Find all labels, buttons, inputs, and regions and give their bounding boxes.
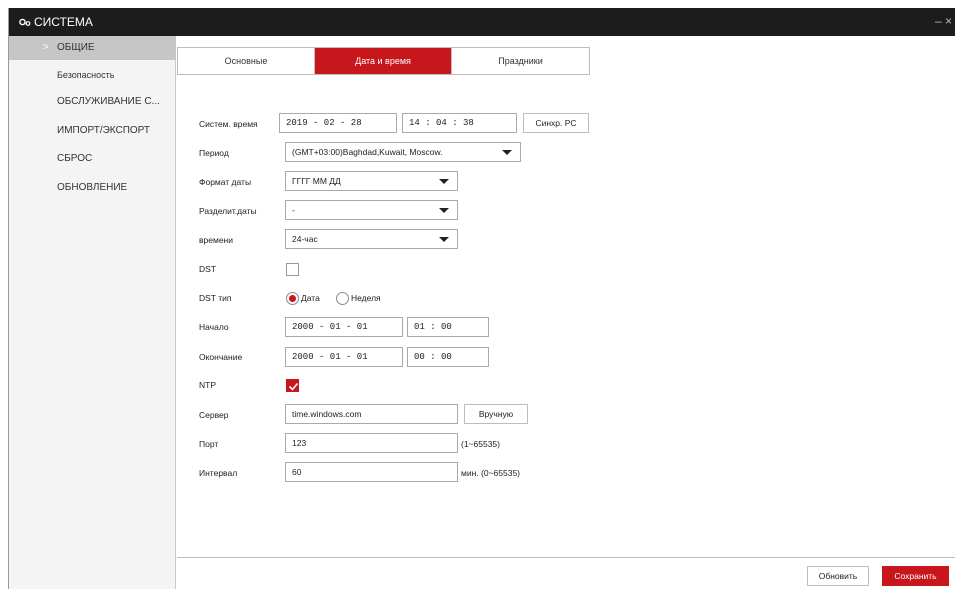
content-panel: Основные Дата и время Праздники Систем. … <box>177 36 955 589</box>
system-time-field[interactable]: 14 : 04 : 38 <box>402 113 517 133</box>
ntp-checkbox[interactable] <box>286 379 299 392</box>
sidebar-item-update[interactable]: ОБНОВЛЕНИЕ <box>9 176 176 200</box>
date-format-label: Формат даты <box>199 177 252 187</box>
end-time-field[interactable]: 00 : 00 <box>407 347 489 367</box>
gears-icon <box>19 18 31 26</box>
start-label: Начало <box>199 322 229 332</box>
system-date-field[interactable]: 2019 - 02 - 28 <box>279 113 397 133</box>
close-icon[interactable]: × <box>945 14 952 28</box>
title-bar: СИСТЕМА – × <box>9 8 955 36</box>
tab-holidays[interactable]: Праздники <box>452 48 589 74</box>
tab-basic[interactable]: Основные <box>178 48 315 74</box>
date-separator-select[interactable]: - <box>285 200 458 220</box>
chevron-down-icon <box>502 150 512 155</box>
save-button[interactable]: Сохранить <box>882 566 949 586</box>
sidebar-item-maintenance[interactable]: ОБСЛУЖИВАНИЕ С... <box>9 90 176 114</box>
dst-type-week-radio[interactable] <box>336 292 349 305</box>
refresh-button[interactable]: Обновить <box>807 566 869 586</box>
time-format-label: времени <box>199 235 233 245</box>
sidebar: > ОБЩИЕ Безопасность ОБСЛУЖИВАНИЕ С... И… <box>9 36 176 589</box>
dst-label: DST <box>199 264 216 274</box>
start-time-field[interactable]: 01 : 00 <box>407 317 489 337</box>
footer-bar: Обновить Сохранить <box>177 557 955 589</box>
chevron-down-icon <box>439 179 449 184</box>
chevron-right-icon: > <box>43 42 49 53</box>
date-separator-label: Разделит.даты <box>199 206 257 216</box>
date-format-select[interactable]: ГГГГ ММ ДД <box>285 171 458 191</box>
manual-sync-button[interactable]: Вручную <box>464 404 528 424</box>
timezone-value: (GMT+03:00)Baghdad,Kuwait, Moscow. <box>292 147 443 157</box>
window-title: СИСТЕМА <box>34 15 93 29</box>
server-input[interactable]: time.windows.com <box>285 404 458 424</box>
time-format-value: 24-час <box>292 234 318 244</box>
server-label: Сервер <box>199 410 229 420</box>
dst-type-date-radio[interactable] <box>286 292 299 305</box>
sidebar-item-label: ОБЩИЕ <box>57 42 95 53</box>
end-date-field[interactable]: 2000 - 01 - 01 <box>285 347 403 367</box>
chevron-down-icon <box>439 237 449 242</box>
interval-input[interactable]: 60 <box>285 462 458 482</box>
sidebar-item-general[interactable]: > ОБЩИЕ <box>9 36 176 60</box>
tab-bar: Основные Дата и время Праздники <box>177 47 590 75</box>
port-input[interactable]: 123 <box>285 433 458 453</box>
sidebar-item-import-export[interactable]: ИМПОРТ/ЭКСПОРТ <box>9 119 176 143</box>
date-separator-value: - <box>292 205 295 215</box>
interval-label: Интервал <box>199 468 238 478</box>
chevron-down-icon <box>439 208 449 213</box>
start-date-field[interactable]: 2000 - 01 - 01 <box>285 317 403 337</box>
sidebar-item-security[interactable]: Безопасность <box>9 63 176 87</box>
system-window: СИСТЕМА – × > ОБЩИЕ Безопасность ОБСЛУЖИ… <box>8 8 955 589</box>
sidebar-item-label: СБРОС <box>57 153 93 164</box>
ntp-label: NTP <box>199 380 216 390</box>
port-range-hint: (1~65535) <box>461 439 500 449</box>
sidebar-item-label: ОБСЛУЖИВАНИЕ С... <box>57 96 160 107</box>
dst-type-date-label: Дата <box>301 293 320 303</box>
date-format-value: ГГГГ ММ ДД <box>292 176 341 186</box>
sidebar-item-label: ОБНОВЛЕНИЕ <box>57 182 128 193</box>
port-label: Порт <box>199 439 219 449</box>
end-label: Окончание <box>199 352 243 362</box>
interval-range-hint: мин. (0~65535) <box>461 468 520 478</box>
timezone-select[interactable]: (GMT+03:00)Baghdad,Kuwait, Moscow. <box>285 142 521 162</box>
tab-date-time[interactable]: Дата и время <box>315 48 452 74</box>
dst-type-label: DST тип <box>199 293 232 303</box>
minimize-icon[interactable]: – × <box>935 14 952 28</box>
dst-checkbox[interactable] <box>286 263 299 276</box>
checkmark-icon <box>288 382 299 391</box>
sidebar-item-label: ИМПОРТ/ЭКСПОРТ <box>57 125 151 136</box>
dst-type-week-label: Неделя <box>351 293 381 303</box>
sidebar-item-reset[interactable]: СБРОС <box>9 147 176 171</box>
sync-pc-button[interactable]: Синхр. PC <box>523 113 589 133</box>
sidebar-item-label: Безопасность <box>57 70 115 80</box>
system-time-label: Систем. время <box>199 119 258 129</box>
timezone-label: Период <box>199 148 229 158</box>
time-format-select[interactable]: 24-час <box>285 229 458 249</box>
